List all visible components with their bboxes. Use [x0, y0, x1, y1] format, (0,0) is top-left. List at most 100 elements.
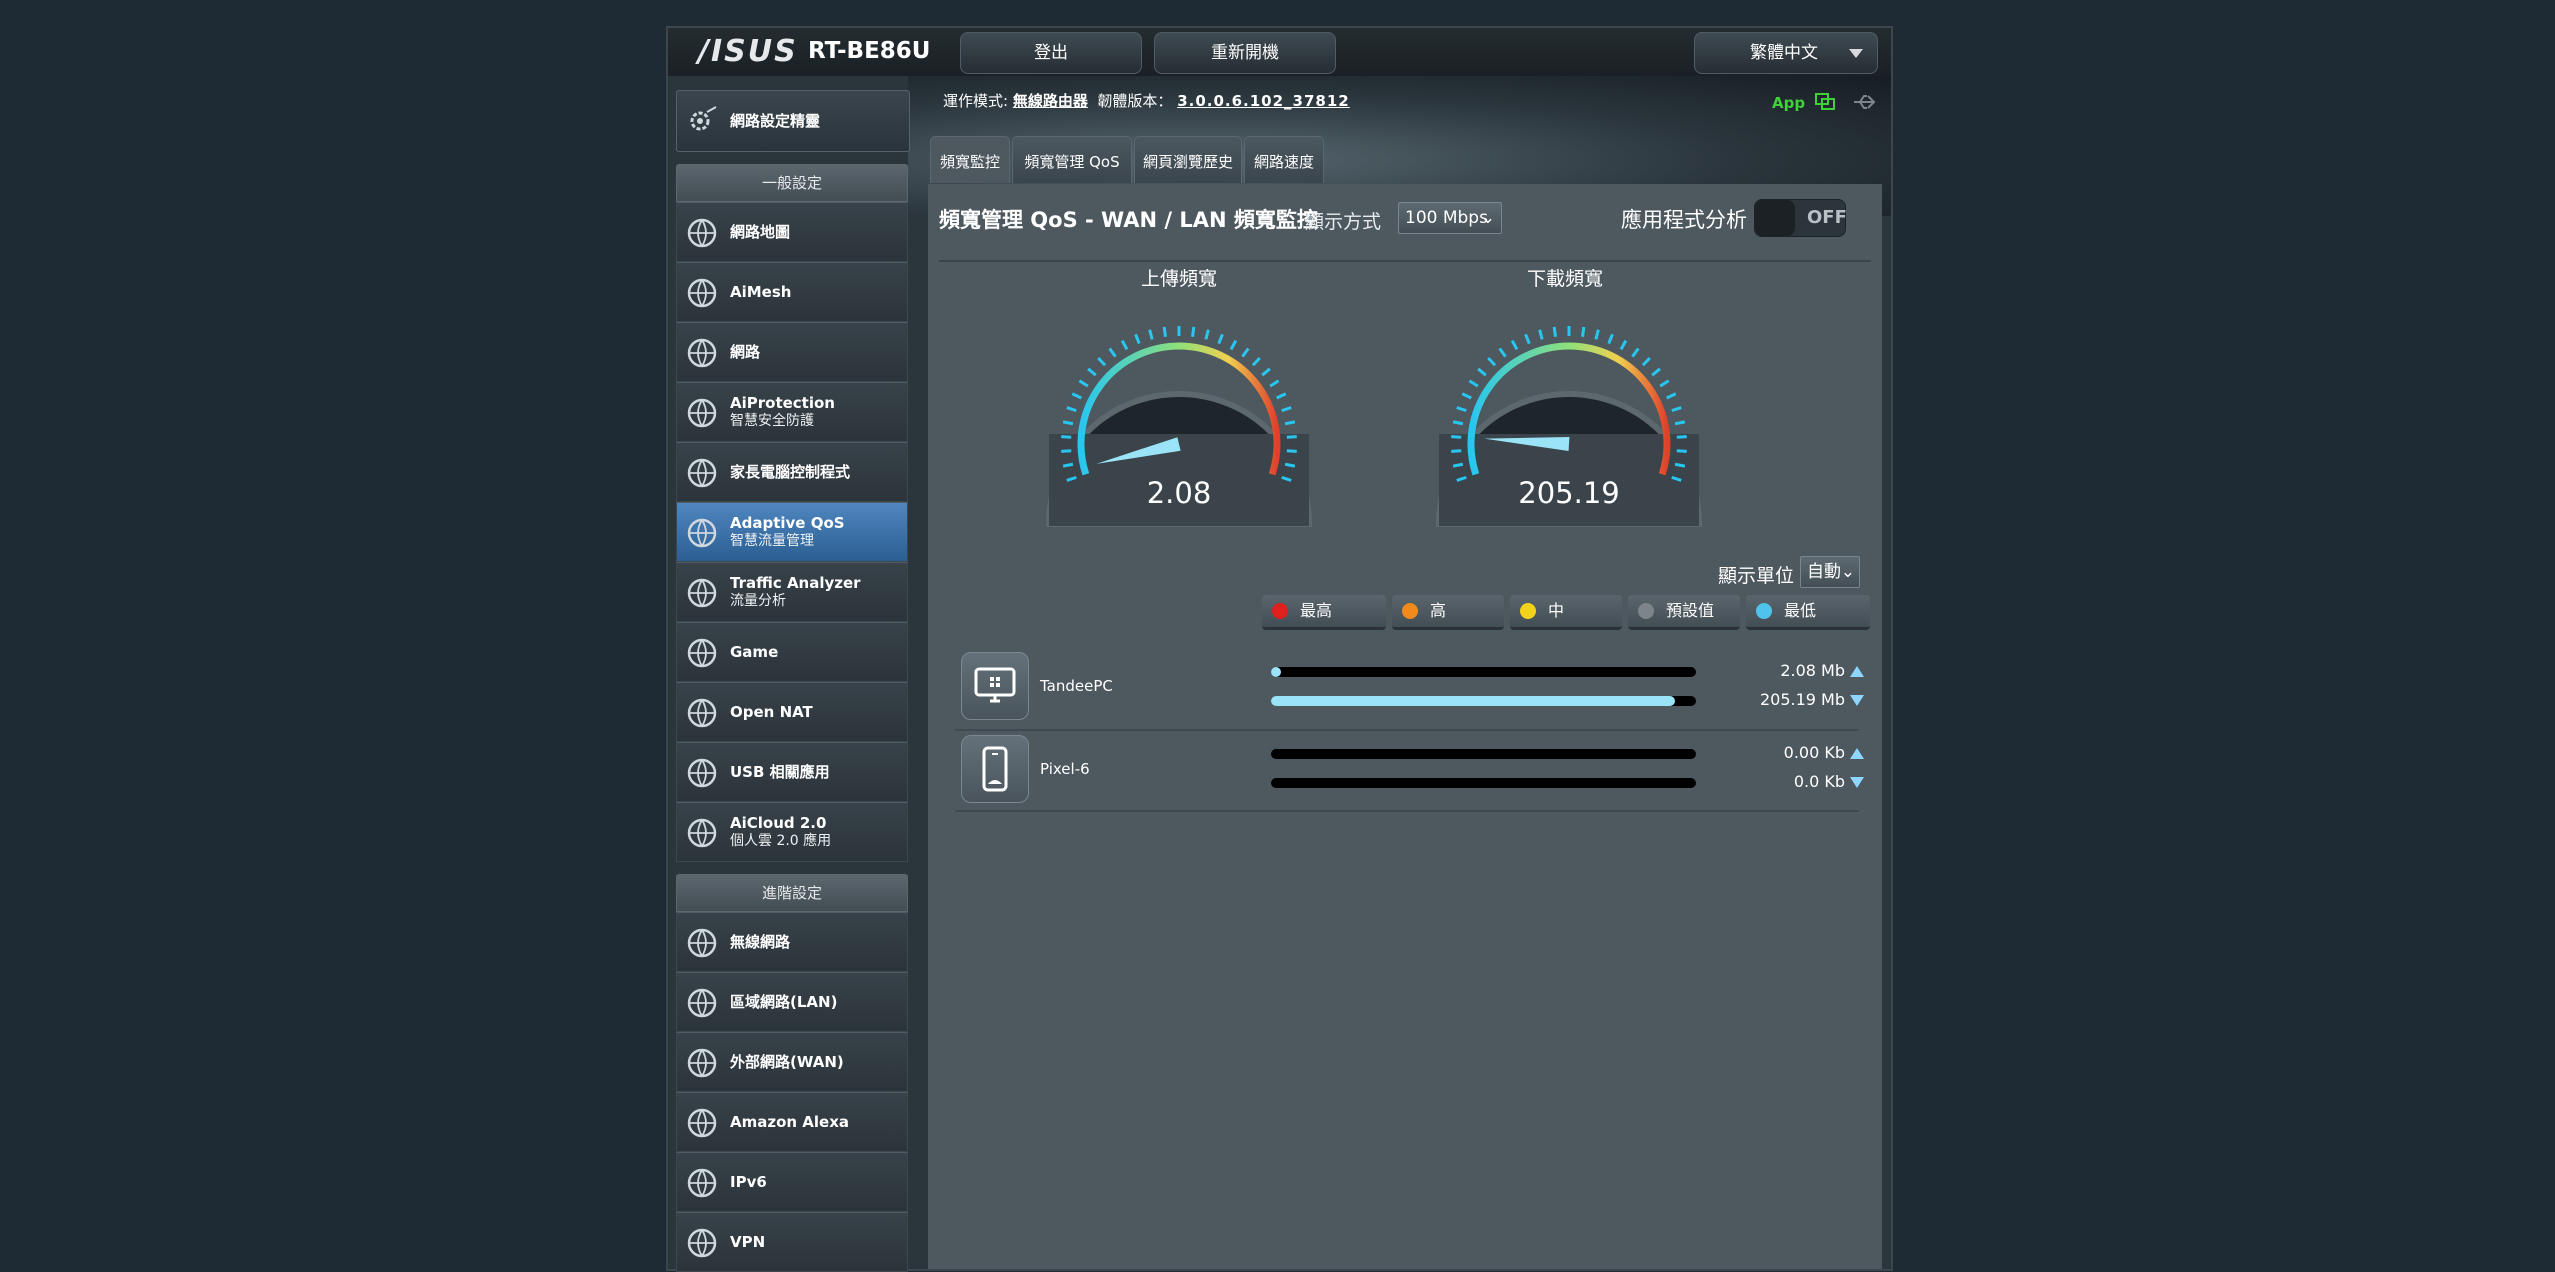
- download-gauge-tick: [1676, 449, 1687, 453]
- download-value: 205.19: [1518, 476, 1620, 510]
- sidebar-item-sublabel: 智慧安全防護: [730, 413, 814, 429]
- upload-gauge-tick: [1148, 329, 1154, 340]
- toggle-knob: [1755, 200, 1795, 236]
- language-select[interactable]: 繁體中文: [1694, 32, 1878, 74]
- sidebar-item-globe-network[interactable]: 網路: [676, 322, 908, 382]
- download-gauge-tick: [1674, 420, 1686, 426]
- download-gauge-tick: [1666, 392, 1677, 400]
- sidebar-item-vpn[interactable]: VPN: [676, 1212, 908, 1272]
- globe-network-icon: [685, 336, 719, 370]
- display-unit-label: 顯示單位: [1718, 565, 1795, 587]
- gamepad-icon: [685, 636, 719, 670]
- sidebar-item-alexa[interactable]: Amazon Alexa: [676, 1092, 908, 1152]
- download-gauge-tick: [1651, 367, 1661, 377]
- parental-control-icon: [685, 456, 719, 490]
- download-gauge-tick: [1498, 347, 1507, 358]
- download-gauge-tick: [1461, 392, 1472, 400]
- tab-qos[interactable]: 頻寬管理 QoS: [1012, 136, 1132, 183]
- reboot-button[interactable]: 重新開機: [1154, 32, 1336, 74]
- upload-gauge-tick: [1191, 326, 1196, 338]
- sidebar-item-parental-control[interactable]: 家長電腦控制程式: [676, 442, 908, 502]
- sidebar-item-cloud[interactable]: AiCloud 2.0 個人雲 2.0 應用: [676, 802, 908, 862]
- speedometer-icon: [685, 516, 719, 550]
- upload-gauge-tick: [1286, 435, 1297, 439]
- sidebar-item-label: 無線網路: [730, 933, 791, 951]
- tab-web-history[interactable]: 網頁瀏覽歷史: [1134, 136, 1242, 183]
- general-nav-list: 網路地圖 AiMesh 網路 AiProtection 智慧安全防護 家長電腦控制程式 Ad…: [676, 202, 908, 862]
- upload-arrow-icon: [1850, 748, 1864, 759]
- download-gauge-tick: [1552, 326, 1557, 338]
- sidebar-item-wan-globe[interactable]: 外部網路(WAN): [676, 1032, 908, 1092]
- legend-dot: [1272, 603, 1288, 619]
- sidebar-item-gamepad[interactable]: Game: [676, 622, 908, 682]
- upload-gauge-tick: [1097, 356, 1107, 367]
- page-title: 頻寬管理 QoS - WAN / LAN 頻寬監控: [939, 208, 1318, 232]
- sidebar-item-ipv6[interactable]: IPv6: [676, 1152, 908, 1212]
- sidebar-item-lan[interactable]: 區域網路(LAN): [676, 972, 908, 1032]
- row-divider: [955, 729, 1859, 731]
- device-name: TandeePC: [1040, 677, 1113, 695]
- download-gauge-tick: [1671, 406, 1682, 413]
- chevron-down-icon: [1849, 49, 1863, 58]
- legend-high: 高: [1392, 595, 1504, 630]
- upload-value: 2.08: [1146, 476, 1212, 510]
- alexa-icon: [685, 1106, 719, 1140]
- traffic-wave-icon: [685, 576, 719, 610]
- download-gauge-tick: [1674, 462, 1686, 468]
- upload-gauge-tick: [1261, 367, 1271, 377]
- mode-label: 運作模式:: [943, 92, 1009, 110]
- sidebar-item-usb[interactable]: USB 相關應用: [676, 742, 908, 802]
- mode-link[interactable]: 無線路由器: [1013, 92, 1088, 110]
- router-model: RT-BE86U: [808, 38, 931, 64]
- toggle-state: OFF: [1807, 207, 1847, 228]
- download-gauge-tick: [1631, 347, 1640, 358]
- row-divider: [955, 810, 1859, 812]
- display-mode-value: 100 Mbps: [1405, 208, 1488, 228]
- sidebar-item-label: AiMesh: [730, 283, 792, 301]
- app-status[interactable]: App: [1772, 92, 1878, 112]
- download-gauge-tick: [1607, 333, 1614, 345]
- firmware-link[interactable]: 3.0.0.6.102_37812: [1177, 92, 1350, 110]
- download-gauge-tick: [1468, 379, 1479, 388]
- quick-setup-wizard[interactable]: 網路設定精靈: [676, 90, 910, 152]
- download-arrow-icon: [1850, 695, 1864, 706]
- tab-bandwidth-monitor[interactable]: 頻寬監控: [930, 136, 1010, 183]
- lan-icon: [685, 986, 719, 1020]
- main-panel: 頻寬管理 QoS - WAN / LAN 頻寬監控 顯示方式 100 Mbps …: [928, 184, 1882, 1269]
- sidebar-item-network-map[interactable]: 網路地圖: [676, 202, 908, 262]
- download-gauge-title: 下載頻寬: [1526, 268, 1603, 290]
- app-analysis-toggle[interactable]: OFF: [1754, 199, 1847, 237]
- legend-dot: [1520, 603, 1536, 619]
- sidebar-item-aimesh[interactable]: AiMesh: [676, 262, 908, 322]
- top-header: /ISUS RT-BE86U 登出 重新開機 繁體中文: [668, 28, 1891, 76]
- app-analysis-label: 應用程式分析: [1621, 208, 1747, 232]
- sidebar-item-traffic-wave[interactable]: Traffic Analyzer 流量分析: [676, 562, 908, 622]
- upload-gauge-tick: [1061, 435, 1072, 439]
- sidebar-item-open-nat[interactable]: Open NAT: [676, 682, 908, 742]
- legend-dot: [1402, 603, 1418, 619]
- upload-gauge-tick: [1062, 462, 1074, 468]
- sidebar-item-speedometer[interactable]: Adaptive QoS 智慧流量管理: [676, 502, 908, 562]
- sidebar-item-label: Traffic Analyzer: [730, 574, 861, 592]
- desktop-monitor-icon[interactable]: [961, 652, 1029, 720]
- legend-lowest: 最低: [1746, 595, 1870, 630]
- firmware-label: 韌體版本：: [1097, 92, 1173, 110]
- logout-button[interactable]: 登出: [960, 32, 1142, 74]
- tab-speed-test[interactable]: 網路速度: [1244, 136, 1324, 183]
- sidebar-item-wireless[interactable]: 無線網路: [676, 912, 908, 972]
- usb-status-icon: [1853, 95, 1875, 109]
- advanced-settings-title: 進階設定: [676, 874, 908, 912]
- smartphone-icon[interactable]: [961, 735, 1029, 803]
- upload-gauge-tick: [1281, 406, 1292, 413]
- device-download-bar: [1271, 778, 1696, 788]
- display-mode-select[interactable]: 100 Mbps ⌄: [1398, 202, 1502, 234]
- download-gauge-tick: [1619, 339, 1628, 351]
- upload-gauge-tick: [1134, 333, 1141, 345]
- display-unit-select[interactable]: 自動 ⌄: [1800, 556, 1860, 588]
- sidebar-item-label: AiProtection: [730, 394, 835, 412]
- sidebar-item-shield-lock[interactable]: AiProtection 智慧安全防護: [676, 382, 908, 442]
- upload-gauge-tick: [1251, 356, 1261, 367]
- chevron-down-icon: ⌄: [1840, 562, 1855, 582]
- download-gauge-tick: [1524, 333, 1531, 345]
- open-nat-icon: [685, 696, 719, 730]
